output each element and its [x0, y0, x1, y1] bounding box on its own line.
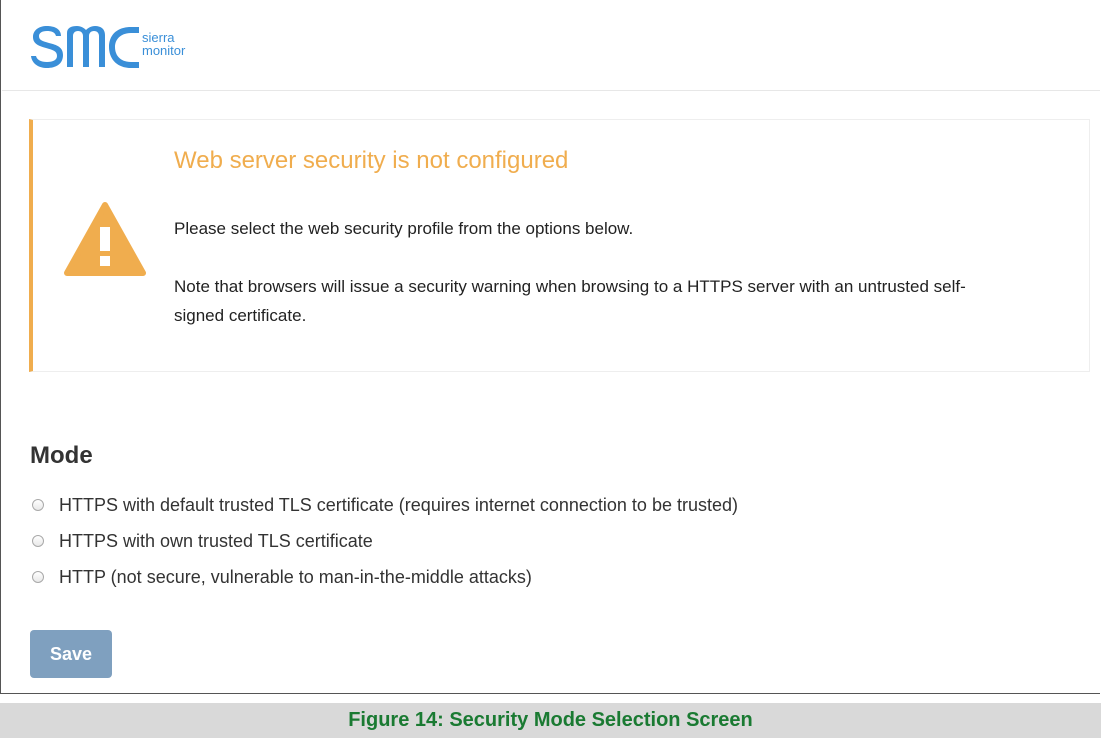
- mode-option-https-default[interactable]: HTTPS with default trusted TLS certifica…: [30, 487, 738, 523]
- mode-option-https-own[interactable]: HTTPS with own trusted TLS certificate: [30, 523, 738, 559]
- app-window: sierra monitor Web server security is no…: [0, 0, 1100, 694]
- alert-message: Please select the web security profile f…: [174, 219, 634, 238]
- radio-https-default[interactable]: [32, 499, 44, 511]
- logo-subtitle-line2: monitor: [142, 43, 186, 58]
- header: sierra monitor: [2, 0, 1100, 91]
- mode-option-http[interactable]: HTTP (not secure, vulnerable to man-in-t…: [30, 559, 738, 595]
- figure-caption: Figure 14: Security Mode Selection Scree…: [348, 709, 753, 731]
- mode-options: HTTPS with default trusted TLS certifica…: [30, 487, 738, 595]
- radio-https-own[interactable]: [32, 535, 44, 547]
- mode-option-label: HTTP (not secure, vulnerable to man-in-t…: [59, 566, 532, 587]
- save-button[interactable]: Save: [30, 630, 112, 678]
- mode-option-label: HTTPS with own trusted TLS certificate: [59, 530, 373, 551]
- security-warning-alert: Web server security is not configured Pl…: [29, 119, 1090, 372]
- alert-note: Note that browsers will issue a security…: [174, 277, 966, 325]
- smc-logo-mark: [31, 26, 139, 68]
- radio-http[interactable]: [32, 571, 44, 583]
- figure-caption-bar: Figure 14: Security Mode Selection Scree…: [0, 703, 1101, 738]
- warning-triangle-icon: [64, 202, 146, 276]
- mode-option-label: HTTPS with default trusted TLS certifica…: [59, 494, 738, 515]
- alert-title: Web server security is not configured: [174, 147, 569, 174]
- smc-logo: sierra monitor: [31, 22, 185, 81]
- mode-title: Mode: [30, 442, 93, 469]
